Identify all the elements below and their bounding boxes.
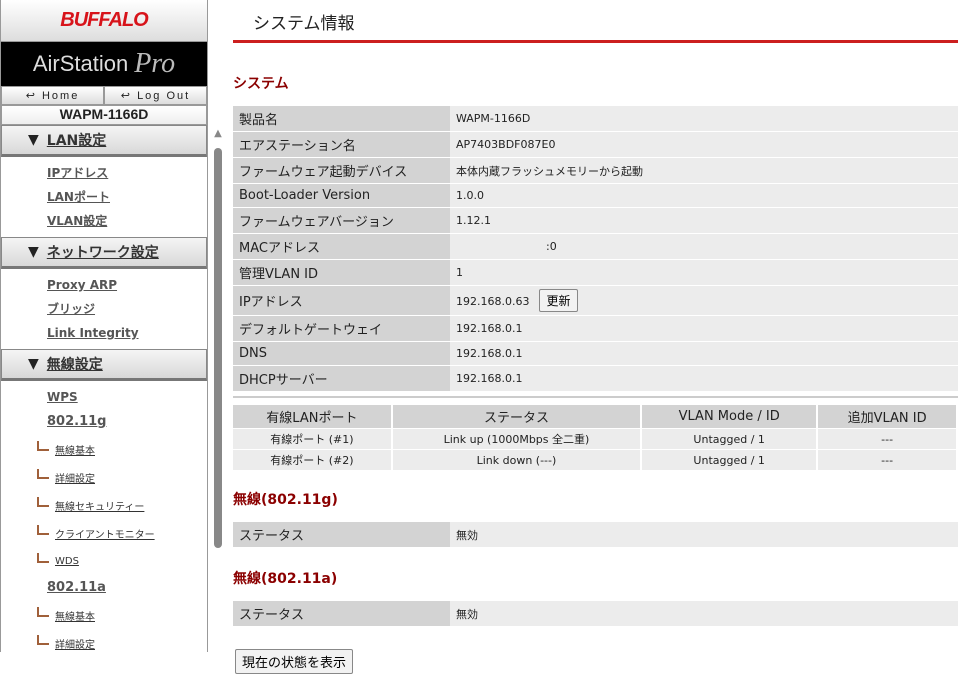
table-row: 有線ポート (#2) Link down (---) Untagged / 1 --- (233, 450, 958, 470)
arrow-icon (37, 497, 49, 507)
page-title: システム情報 (233, 0, 958, 43)
sidebar-link[interactable]: IPアドレス (1, 161, 207, 185)
sidebar-section[interactable]: ▼ LAN設定 (1, 125, 207, 157)
sidebar-sublink[interactable]: 無線基本 (1, 435, 207, 463)
scroll-thumb (214, 148, 222, 548)
sidebar-link-a[interactable]: 802.11a (1, 575, 207, 601)
sidebar-link[interactable]: LANポート (1, 185, 207, 209)
table-row: 製品名 WAPM-1166D (233, 106, 958, 131)
refresh-button[interactable]: 更新 (539, 289, 578, 312)
column-header: 追加VLAN ID (818, 405, 958, 428)
sidebar: BUFFALO AirStation Pro ↩ Home ↩ Log Out W… (0, 0, 208, 652)
arrow-icon (37, 607, 49, 617)
sidebar-sublink[interactable]: WDS (1, 547, 207, 575)
table-row: ファームウェアバージョン 1.12.1 (233, 208, 958, 233)
sidebar-link[interactable]: ブリッジ (1, 297, 207, 321)
ports-table: 有線LANポート ステータス VLAN Mode / ID 追加VLAN ID 有線ポー… (233, 404, 958, 471)
arrow-icon (37, 635, 49, 645)
column-header: VLAN Mode / ID (642, 405, 819, 428)
triangle-down-icon: ▼ (28, 132, 39, 148)
divider (233, 396, 958, 398)
column-header: 有線LANポート (233, 405, 393, 428)
sidebar-sublink[interactable]: 無線セキュリティー (1, 491, 207, 519)
buffalo-logo: BUFFALO (1, 0, 207, 42)
wireless-a-heading: 無線(802.11a) (233, 571, 338, 587)
sidebar-link[interactable]: WPS (1, 385, 207, 409)
table-row: MACアドレス:0 (233, 234, 958, 259)
arrow-icon (37, 441, 49, 451)
system-table: 製品名 WAPM-1166D エアステーション名 AP7403BDF087E0 ファーム… (233, 105, 958, 392)
table-row: 管理VLAN ID 1 (233, 260, 958, 285)
column-header: ステータス (392, 405, 643, 428)
logout-button[interactable]: ↩ Log Out (104, 86, 207, 105)
table-row: DNS 192.168.0.1 (233, 342, 958, 365)
wireless-g-table: ステータス 無効 (233, 521, 958, 548)
wireless-a-table: ステータス 無効 (233, 600, 958, 627)
table-row: IPアドレス 192.168.0.63 更新 (233, 286, 958, 315)
sidebar-sublink[interactable]: 詳細設定 (1, 629, 207, 657)
table-row: Boot-Loader Version 1.0.0 (233, 184, 958, 207)
sidebar-sublink[interactable]: クライアントモニター (1, 519, 207, 547)
sidebar-link[interactable]: VLAN設定 (1, 209, 207, 233)
home-button[interactable]: ↩ Home (1, 86, 104, 105)
table-row: 有線ポート (#1) Link up (1000Mbps 全二重) Untagged… (233, 429, 958, 449)
sidebar-link[interactable]: Proxy ARP (1, 273, 207, 297)
table-row: エアステーション名 AP7403BDF087E0 (233, 132, 958, 157)
scroll-up-icon: ▲ (214, 128, 222, 139)
sidebar-scrollbar[interactable]: ▲ (210, 128, 226, 652)
sidebar-section[interactable]: ▼ 無線設定 (1, 349, 207, 381)
table-row: ファームウェア起動デバイス 本体内蔵フラッシュメモリーから起動 (233, 158, 958, 183)
table-row: DHCPサーバー 192.168.0.1 (233, 366, 958, 391)
sidebar-sublink[interactable]: 詳細設定 (1, 463, 207, 491)
table-row: デフォルトゲートウェイ 192.168.0.1 (233, 316, 958, 341)
system-heading: システム (233, 76, 289, 92)
sidebar-link-g[interactable]: 802.11g (1, 409, 207, 435)
arrow-icon (37, 553, 49, 563)
main-content: システム情報 システム 製品名 WAPM-1166D エアステーション名 AP7403… (233, 0, 958, 674)
model-name: WAPM-1166D (1, 105, 207, 125)
show-status-button[interactable]: 現在の状態を表示 (235, 649, 354, 674)
wireless-g-heading: 無線(802.11g) (233, 492, 338, 508)
sidebar-link[interactable]: Link Integrity (1, 321, 207, 345)
sidebar-section[interactable]: ▼ ネットワーク設定 (1, 237, 207, 269)
triangle-down-icon: ▼ (28, 244, 39, 260)
sidebar-sublink[interactable]: 無線基本 (1, 601, 207, 629)
triangle-down-icon: ▼ (28, 356, 39, 372)
airstation-logo: AirStation Pro (1, 42, 207, 86)
arrow-icon (37, 525, 49, 535)
arrow-icon (37, 469, 49, 479)
